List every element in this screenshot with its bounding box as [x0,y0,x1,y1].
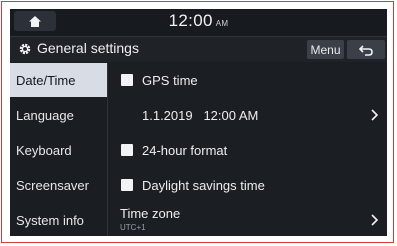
sidebar-item-keyboard[interactable]: Keyboard [10,133,107,167]
infotainment-screen: 12:00 AM General settings Menu Date/Time … [10,9,387,236]
gps-time-row[interactable]: GPS time [108,63,387,97]
time-zone-value: UTC+1 [120,223,146,232]
chevron-right-icon [371,109,379,121]
back-button[interactable] [347,40,385,59]
sidebar-item-screensaver[interactable]: Screensaver [10,168,107,202]
time-zone-label: Time zone [120,206,181,221]
date-time-value: 1.1.2019 12:00 AM [142,107,259,123]
title-bar: General settings Menu [10,37,387,62]
date-time-row[interactable]: 1.1.2019 12:00 AM [108,98,387,132]
gear-icon [19,43,31,55]
sidebar-item-label: Keyboard [16,142,72,158]
status-clock: 12:00 AM [10,11,387,31]
settings-sidebar: Date/Time Language Keyboard Screensaver … [10,63,108,236]
sidebar-item-system-info[interactable]: System info [10,203,107,236]
sidebar-item-label: Screensaver [16,177,89,193]
sidebar-item-label: System info [16,212,84,228]
back-arrow-icon [358,44,373,56]
chevron-right-icon [371,214,379,226]
clock-time: 12:00 [168,11,213,30]
time-zone-row[interactable]: Time zone UTC+1 [108,203,387,236]
sidebar-item-label: Language [16,107,74,123]
daylight-label: Daylight savings time [142,177,265,193]
settings-content: GPS time 1.1.2019 12:00 AM 24-hour forma… [108,63,387,236]
sidebar-item-label: Date/Time [16,72,76,88]
daylight-checkbox[interactable] [121,179,133,191]
gps-time-label: GPS time [142,72,198,88]
daylight-row[interactable]: Daylight savings time [108,168,387,202]
clock-ampm: AM [215,19,229,28]
hour24-row[interactable]: 24-hour format [108,133,387,167]
menu-button[interactable]: Menu [307,40,344,59]
gps-time-checkbox[interactable] [121,74,133,86]
page-title: General settings [37,40,139,56]
sidebar-item-date-time[interactable]: Date/Time [10,63,107,97]
status-bar: 12:00 AM [10,9,387,37]
hour24-checkbox[interactable] [121,144,133,156]
hour24-label: 24-hour format [142,142,228,158]
sidebar-item-language[interactable]: Language [10,98,107,132]
